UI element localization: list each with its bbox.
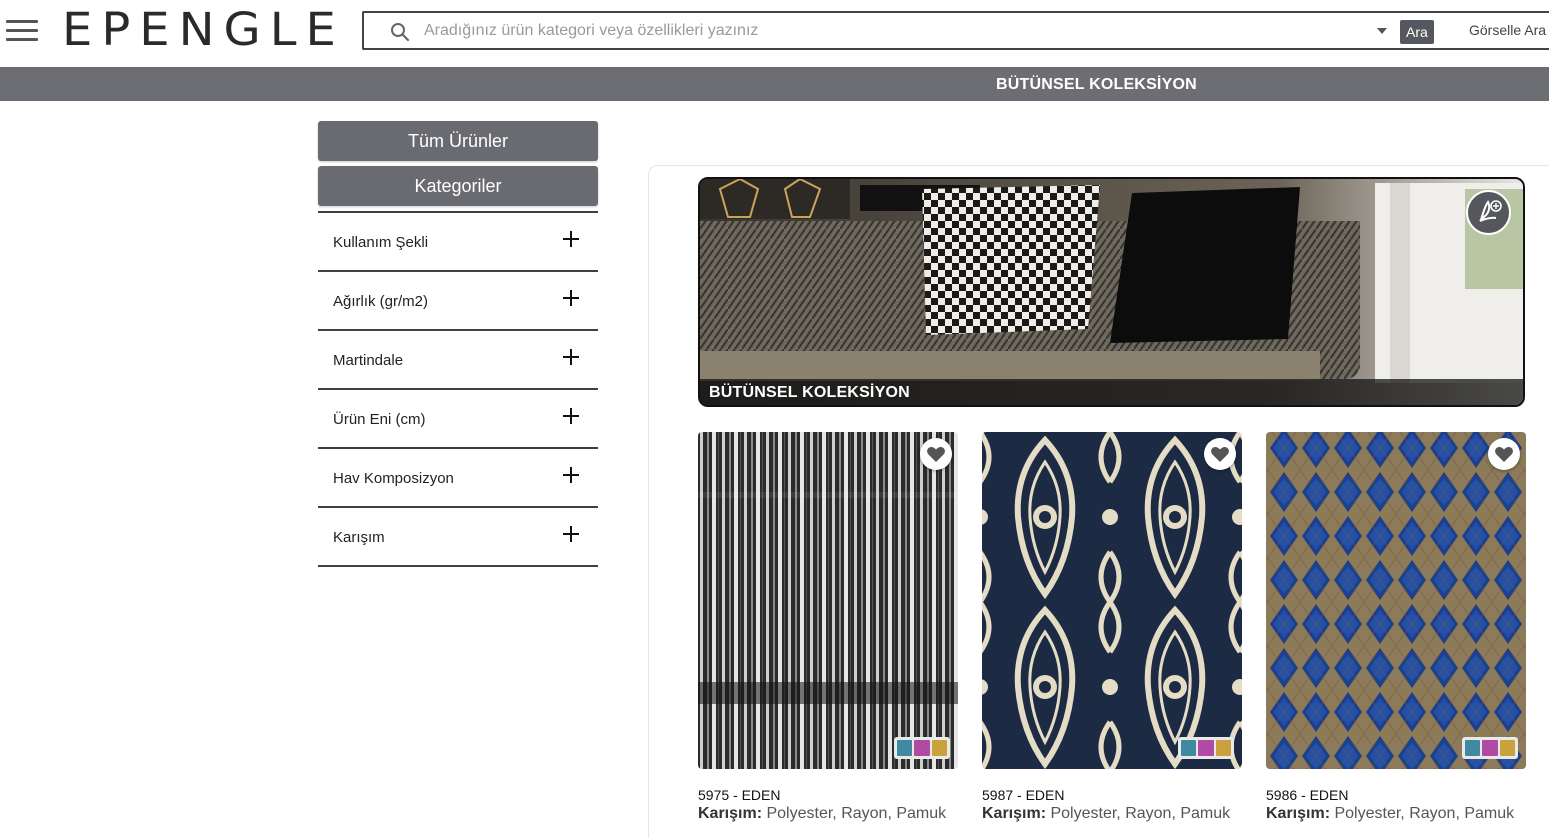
product-code: 5987 - EDEN — [982, 787, 1065, 803]
blend-label: Karışım: — [698, 805, 763, 822]
blend-label: Karışım: — [1266, 805, 1331, 822]
color-variants-icon[interactable] — [1178, 737, 1234, 759]
filter-label: Martindale — [333, 352, 404, 369]
pdf-catalog-button[interactable] — [1466, 190, 1511, 235]
filter-label: Kullanım Şekli — [333, 234, 429, 251]
product-blend: Karışım: Polyester, Rayon, Pamuk — [698, 805, 946, 823]
product-card[interactable]: 5987 - EDEN Karışım: Polyester, Rayon, P… — [982, 432, 1242, 822]
product-blend: Karışım: Polyester, Rayon, Pamuk — [982, 805, 1230, 823]
product-image[interactable] — [982, 432, 1242, 769]
heart-icon — [1495, 447, 1513, 462]
filter-label: Ürün Eni (cm) — [333, 411, 426, 428]
collection-title: BÜTÜNSEL KOLEKSİYON — [996, 76, 1197, 93]
heart-icon — [1211, 447, 1229, 462]
product-image[interactable] — [1266, 432, 1526, 769]
plus-icon[interactable] — [563, 408, 579, 424]
favorite-heart-button[interactable] — [920, 438, 952, 470]
hamburger-menu-icon[interactable] — [6, 20, 38, 44]
blend-value: Polyester, Rayon, Pamuk — [766, 805, 947, 822]
filter-label: Karışım — [333, 529, 385, 546]
plus-icon[interactable] — [563, 231, 579, 247]
favorite-heart-button[interactable] — [1488, 438, 1520, 470]
product-code: 5975 - EDEN — [698, 787, 781, 803]
filter-usage-type[interactable]: Kullanım Şekli — [318, 213, 598, 272]
diamond-fabric-image — [1266, 432, 1526, 769]
brand-logo[interactable]: EPENGLE — [62, 4, 345, 54]
product-code: 5986 - EDEN — [1266, 787, 1349, 803]
damask-fabric-image — [982, 432, 1242, 769]
sofa-scene-image — [700, 179, 1523, 405]
categories-button[interactable]: Kategoriler — [318, 166, 598, 206]
favorite-heart-button[interactable] — [1204, 438, 1236, 470]
search-bar: Ara Görselle Ara — [362, 11, 1549, 50]
image-search-button[interactable]: Görselle Ara — [1469, 22, 1546, 38]
hero-caption: BÜTÜNSEL KOLEKSİYON — [700, 379, 1523, 405]
plus-icon[interactable] — [563, 349, 579, 365]
blend-value: Polyester, Rayon, Pamuk — [1334, 805, 1515, 822]
all-products-button[interactable]: Tüm Ürünler — [318, 121, 598, 161]
filter-martindale[interactable]: Martindale — [318, 331, 598, 390]
blend-value: Polyester, Rayon, Pamuk — [1050, 805, 1231, 822]
search-icon[interactable] — [390, 22, 410, 42]
filter-label: Hav Komposizyon — [333, 470, 454, 487]
search-button[interactable]: Ara — [1400, 20, 1434, 44]
product-card[interactable]: 5986 - EDEN Karışım: Polyester, Rayon, P… — [1266, 432, 1526, 822]
filter-label: Ağırlık (gr/m2) — [333, 293, 429, 310]
sidebar: Tüm Ürünler Kategoriler Kullanım Şekli A… — [318, 121, 598, 567]
product-image[interactable] — [698, 432, 958, 769]
striped-fabric-image — [698, 432, 958, 769]
plus-icon[interactable] — [563, 526, 579, 542]
heart-icon — [927, 447, 945, 462]
color-variants-icon[interactable] — [1462, 737, 1518, 759]
product-card[interactable]: 5975 - EDEN Karışım: Polyester, Rayon, P… — [698, 432, 958, 822]
collection-hero-image[interactable]: BÜTÜNSEL KOLEKSİYON — [698, 177, 1525, 407]
search-input[interactable] — [424, 19, 1354, 43]
color-variants-icon[interactable] — [894, 737, 950, 759]
plus-icon[interactable] — [563, 290, 579, 306]
filter-weight[interactable]: Ağırlık (gr/m2) — [318, 272, 598, 331]
plus-icon[interactable] — [563, 467, 579, 483]
filter-blend[interactable]: Karışım — [318, 508, 598, 567]
filter-width[interactable]: Ürün Eni (cm) — [318, 390, 598, 449]
filter-list: Kullanım Şekli Ağırlık (gr/m2) Martindal… — [318, 211, 598, 567]
top-header: EPENGLE Ara Görselle Ara — [0, 0, 1549, 67]
collection-title-strip: BÜTÜNSEL KOLEKSİYON — [0, 67, 1549, 101]
product-blend: Karışım: Polyester, Rayon, Pamuk — [1266, 805, 1514, 823]
brand-logo-text: EPENGLE — [62, 3, 345, 57]
hero-caption-text: BÜTÜNSEL KOLEKSİYON — [709, 384, 910, 401]
filter-pile-composition[interactable]: Hav Komposizyon — [318, 449, 598, 508]
blend-label: Karışım: — [982, 805, 1047, 822]
search-category-dropdown-icon[interactable] — [1377, 28, 1387, 34]
pdf-icon — [1479, 200, 1502, 222]
